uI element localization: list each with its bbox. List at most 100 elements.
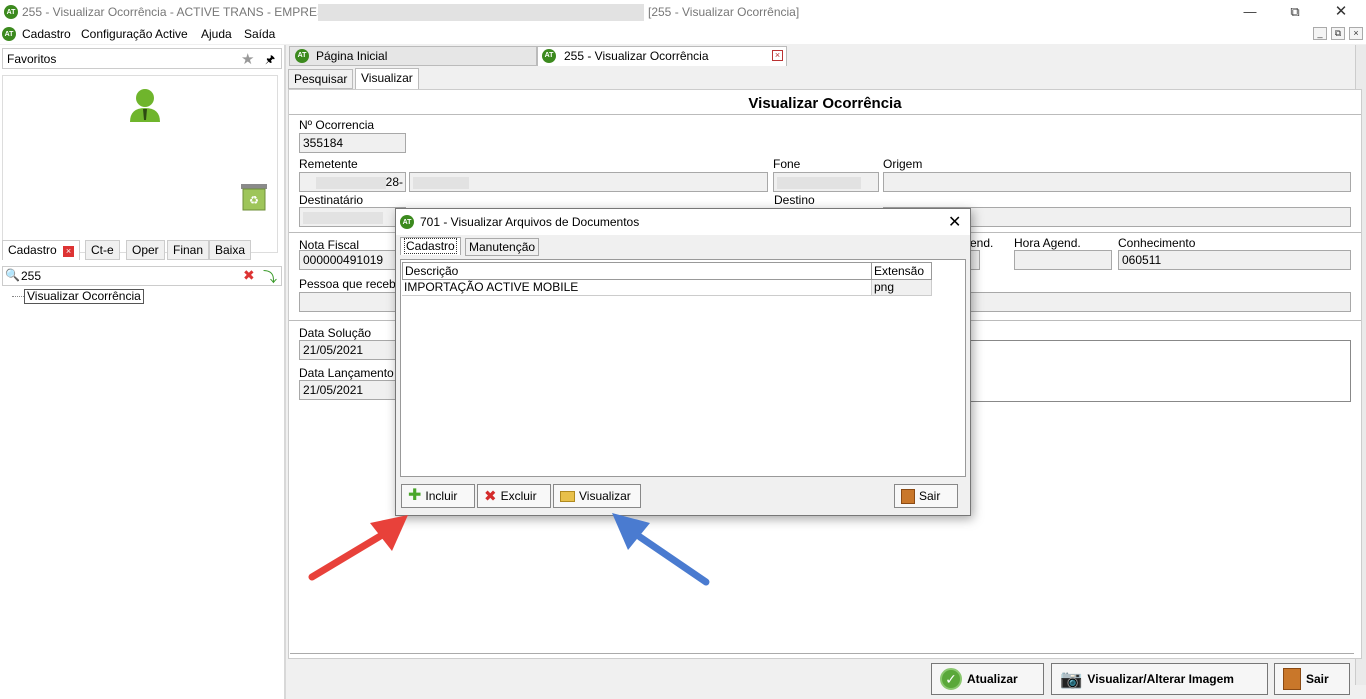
tab-oper[interactable]: Oper (126, 240, 165, 260)
annotation-arrows (308, 513, 710, 586)
pin-icon[interactable]: 🖈 (265, 51, 275, 70)
tree-item-visualizar-ocorrencia[interactable]: Visualizar Ocorrência (24, 289, 144, 304)
destino-label: Destino (774, 193, 815, 207)
close-tab-icon[interactable]: × (63, 246, 75, 257)
atualizar-button[interactable]: ✓ Atualizar (931, 663, 1044, 695)
data-lancamento-label: Data Lançamento (299, 366, 394, 380)
favorites-bar: Favoritos ★ 🖈 (2, 48, 282, 69)
dialog-sair-label: Sair (919, 489, 941, 503)
redacted-value (413, 176, 469, 189)
observacao-textarea[interactable] (969, 340, 1351, 402)
documents-grid: Descrição Extensão IMPORTAÇÃO ACTIVE MOB… (400, 259, 966, 477)
app-logo-icon: AT (4, 5, 18, 19)
title-bar: AT 255 - Visualizar Ocorrência - ACTIVE … (0, 0, 1366, 24)
check-icon: ✓ (940, 668, 962, 690)
tab-visualizar-ocorrencia-label: 255 - Visualizar Ocorrência (564, 49, 709, 63)
menu-logo-icon: AT (2, 27, 16, 41)
mdi-restore-icon[interactable]: ⧉ (1331, 27, 1345, 40)
tab-cadastro[interactable]: Cadastro × (2, 240, 81, 260)
close-icon[interactable]: ✕ (1330, 2, 1352, 22)
dialog-sair-button[interactable]: Sair (894, 484, 958, 508)
tab-pagina-inicial-label: Página Inicial (316, 49, 388, 63)
plus-icon: ✚ (408, 487, 422, 504)
data-agend-label: end. (970, 236, 994, 250)
col-descricao-header[interactable]: Descrição (402, 262, 872, 280)
tab-visualizar-ocorrencia[interactable]: AT 255 - Visualizar Ocorrência × (537, 46, 787, 66)
star-icon[interactable]: ★ (241, 50, 254, 68)
menu-ajuda[interactable]: Ajuda (201, 27, 232, 41)
sair-label: Sair (1306, 672, 1329, 686)
tab-baixa[interactable]: Baixa (209, 240, 252, 260)
clear-icon[interactable]: ✖ (243, 267, 255, 284)
pessoa-field[interactable] (299, 292, 399, 312)
tab-finan[interactable]: Finan (167, 240, 210, 260)
favorites-area: ♻ (2, 75, 278, 253)
menu-cadastro[interactable]: Cadastro (22, 27, 71, 41)
dialog-tab-cadastro[interactable]: Cadastro (400, 237, 461, 255)
recycle-bin-icon[interactable]: ♻ (238, 180, 270, 212)
dialog-title: 701 - Visualizar Arquivos de Documentos (420, 215, 640, 229)
data-solucao-field[interactable]: 21/05/2021 (299, 340, 399, 360)
subtab-visualizar[interactable]: Visualizar (355, 68, 419, 90)
origem-field[interactable] (883, 172, 1351, 192)
destinatario-cnpj-field[interactable] (299, 207, 406, 227)
excluir-label: Excluir (500, 489, 537, 503)
window-title-prefix: 255 - Visualizar Ocorrência - ACTIVE TRA… (22, 5, 337, 19)
fone-field[interactable] (773, 172, 879, 192)
svg-text:♻: ♻ (249, 194, 259, 207)
data-lancamento-field[interactable]: 21/05/2021 (299, 380, 399, 400)
conhecimento-field[interactable]: 060511 (1118, 250, 1351, 270)
n-ocorrencia-label: Nº Ocorrencia (299, 118, 375, 132)
atualizar-label: Atualizar (967, 672, 1018, 686)
menu-saida[interactable]: Saída (244, 27, 275, 41)
tab-logo-icon: AT (295, 49, 309, 63)
data-solucao-label: Data Solução (299, 326, 372, 340)
search-icon: 🔍 (5, 268, 20, 282)
menu-configuracao[interactable]: Configuração Active (81, 27, 188, 41)
redacted-value (777, 176, 861, 189)
hora-agend-label: Hora Agend. (1014, 236, 1081, 250)
mdi-close-icon[interactable]: × (1349, 27, 1363, 40)
documento-field[interactable] (969, 292, 1351, 312)
go-arrow-icon[interactable]: ⤵ (263, 267, 277, 287)
nota-fiscal-field[interactable]: 000000491019 (299, 250, 399, 270)
search-row: 🔍 255 ✖ ⤵ (2, 266, 282, 286)
mdi-minimize-icon[interactable]: _ (1313, 27, 1327, 40)
camera-icon: 📷 (1060, 668, 1083, 689)
subtab-pesquisar[interactable]: Pesquisar (288, 69, 354, 89)
door-exit-icon (901, 488, 915, 504)
remetente-cnpj-field[interactable]: 28- (299, 172, 406, 192)
remetente-name-field[interactable] (409, 172, 768, 192)
tab-logo-icon: AT (542, 49, 556, 63)
arquivos-dialog: AT 701 - Visualizar Arquivos de Document… (395, 208, 971, 516)
minimize-icon[interactable]: — (1239, 2, 1261, 22)
search-input[interactable]: 255 (21, 269, 41, 283)
dialog-close-icon[interactable]: ✕ (948, 212, 961, 232)
close-doc-tab-icon[interactable]: × (772, 50, 783, 61)
redacted-value (315, 176, 386, 189)
tab-cte[interactable]: Ct-e (85, 240, 120, 260)
dialog-tab-cadastro-label: Cadastro (404, 238, 457, 254)
n-ocorrencia-field[interactable]: 355184 (299, 133, 406, 153)
divider (289, 114, 1361, 115)
visualizar-alterar-imagem-button[interactable]: 📷 Visualizar/Alterar Imagem (1051, 663, 1268, 695)
redacted-value (303, 211, 383, 224)
left-panel: Favoritos ★ 🖈 ♻ Cadastro × Ct-e Oper Fin… (0, 45, 284, 699)
visualizar-imagem-label: Visualizar/Alterar Imagem (1087, 672, 1234, 686)
pessoa-label: Pessoa que receb (299, 277, 396, 291)
row-extensao-cell[interactable]: png (872, 280, 932, 296)
sair-button[interactable]: Sair (1274, 663, 1350, 695)
tree-connector (12, 296, 24, 297)
dialog-title-bar: AT 701 - Visualizar Arquivos de Document… (396, 209, 970, 235)
form-heading: Visualizar Ocorrência (748, 95, 902, 112)
favorites-label: Favoritos (7, 52, 57, 66)
col-extensao-header[interactable]: Extensão (871, 262, 932, 280)
tab-pagina-inicial[interactable]: AT Página Inicial (289, 46, 537, 66)
row-descricao-cell[interactable]: IMPORTAÇÃO ACTIVE MOBILE (402, 280, 872, 296)
bottom-divider (290, 653, 1354, 654)
dialog-tab-manutencao[interactable]: Manutenção (465, 238, 540, 256)
restore-icon[interactable]: ⧉ (1284, 2, 1306, 22)
folder-open-icon (560, 490, 575, 502)
destinatario-label: Destinatário (299, 193, 364, 207)
hora-agend-field[interactable] (1014, 250, 1112, 270)
